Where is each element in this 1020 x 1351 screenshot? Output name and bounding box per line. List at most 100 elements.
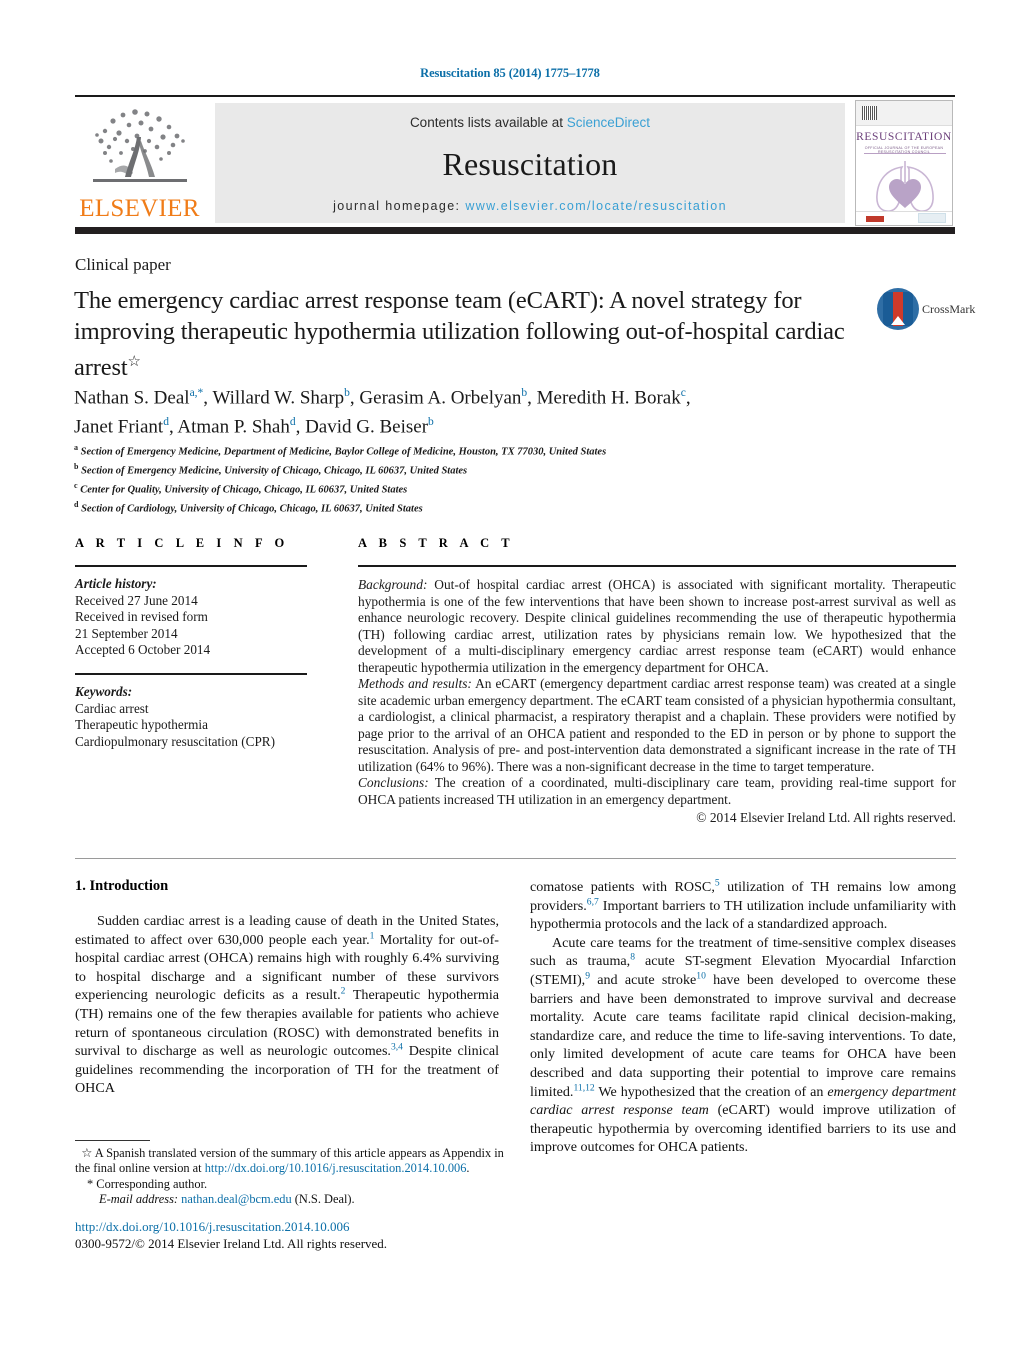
journal-title: Resuscitation — [442, 146, 618, 182]
body-column-right: comatose patients with ROSC,5 utilizatio… — [530, 878, 956, 1157]
journal-cover-thumbnail: RESUSCITATION OFFICIAL JOURNAL OF THE EU… — [855, 100, 953, 226]
article-info-rule — [75, 565, 307, 567]
abstract-rule — [358, 565, 956, 567]
affiliation-mark: d — [74, 500, 79, 509]
footnote-star-marker: ☆ — [81, 1146, 93, 1160]
article-title-text: The emergency cardiac arrest response te… — [74, 287, 845, 382]
author-name: David G. Beiser — [305, 416, 429, 438]
affiliation-item: a Section of Emergency Medicine, Departm… — [74, 441, 774, 460]
author-name: Gerasim A. Orbelyan — [359, 387, 522, 409]
abstract-methods: Methods and results: An eCART (emergency… — [358, 676, 956, 775]
article-history-item: Received 27 June 2014 — [75, 592, 198, 608]
affiliation-mark: a — [74, 443, 78, 452]
abstract-methods-label: Methods and results: — [358, 676, 472, 691]
affiliation-list: a Section of Emergency Medicine, Departm… — [74, 441, 774, 517]
article-history-block: Article history: Received 27 June 2014 R… — [75, 576, 307, 659]
abstract-conclusions-label: Conclusions: — [358, 775, 429, 790]
abstract-background-text: Out-of hospital cardiac arrest (OHCA) is… — [358, 577, 956, 675]
journal-article-page: Resuscitation 85 (2014) 1775–1778 ELSEVI… — [0, 0, 1020, 1351]
author-affiliation-marks[interactable]: a,* — [190, 387, 204, 399]
footnote-doi-link[interactable]: http://dx.doi.org/10.1016/j.resuscitatio… — [205, 1161, 467, 1175]
affiliation-mark: c — [74, 481, 78, 490]
journal-homepage-line: journal homepage: www.elsevier.com/locat… — [215, 199, 845, 213]
author-name: Nathan S. Deal — [74, 387, 190, 409]
citation-ref[interactable]: 11,12 — [573, 1082, 594, 1093]
cover-sciencedirect-logo — [918, 213, 946, 223]
intro-text: and acute stroke — [590, 971, 697, 988]
article-history-label: Article history: — [75, 576, 157, 591]
affiliation-item: c Center for Quality, University of Chic… — [74, 479, 774, 498]
keywords-label: Keywords: — [75, 683, 133, 699]
intro-text: comatose patients with ROSC, — [530, 879, 715, 895]
abstract-background-label: Background: — [358, 577, 428, 592]
affiliation-mark: b — [74, 462, 79, 471]
elsevier-wordmark: ELSEVIER — [79, 195, 200, 222]
masthead-center-panel: Contents lists available at ScienceDirec… — [215, 103, 845, 223]
cover-rule — [864, 153, 946, 154]
affiliation-text: Section of Cardiology, University of Chi… — [81, 503, 423, 515]
introduction-paragraph-left: Sudden cardiac arrest is a leading cause… — [75, 912, 499, 1098]
author-affiliation-marks[interactable]: d — [163, 416, 169, 428]
cover-red-mark — [866, 216, 884, 222]
email-suffix: (N.S. Deal). — [291, 1192, 355, 1207]
article-history-item: Received in revised form — [75, 609, 208, 625]
author-affiliation-marks[interactable]: b — [344, 387, 350, 399]
body-column-left: 1. Introduction Sudden cardiac arrest is… — [75, 878, 499, 1098]
email-link[interactable]: nathan.deal@bcm.edu — [181, 1192, 292, 1206]
keyword-item: Cardiac arrest — [75, 700, 149, 716]
body-separator-rule — [75, 858, 956, 859]
intro-text: have been developed to overcome these ba… — [530, 971, 956, 1100]
article-doi-link[interactable]: http://dx.doi.org/10.1016/j.resuscitatio… — [75, 1218, 505, 1235]
email-label: E-mail address: — [99, 1192, 179, 1207]
affiliation-text: Section of Emergency Medicine, Departmen… — [80, 446, 607, 458]
article-title: The emergency cardiac arrest response te… — [74, 285, 864, 383]
crossmark-badge-group[interactable]: CrossMark — [877, 288, 975, 333]
elsevier-logo: ELSEVIER — [77, 103, 202, 223]
abstract-body: Background: Out-of hospital cardiac arre… — [358, 577, 956, 827]
crossmark-icon — [877, 288, 919, 330]
contents-lists-line: Contents lists available at ScienceDirec… — [215, 115, 845, 130]
author-name: Willard W. Sharp — [212, 387, 345, 409]
cover-footbar — [856, 211, 952, 225]
cover-journal-title: RESUSCITATION — [856, 131, 952, 143]
article-info-column: A R T I C L E I N F O Article history: R… — [75, 536, 307, 750]
lungs-heart-icon — [876, 161, 934, 212]
journal-masthead: ELSEVIER Contents lists available at Sci… — [75, 95, 955, 234]
author-affiliation-marks[interactable]: b — [521, 387, 527, 399]
footnote-block: ☆ A Spanish translated version of the su… — [75, 1146, 505, 1208]
doi-block: http://dx.doi.org/10.1016/j.resuscitatio… — [75, 1218, 505, 1252]
issn-copyright-line: 0300-9572/© 2014 Elsevier Ireland Ltd. A… — [75, 1236, 388, 1251]
corresponding-text: Corresponding author. — [93, 1176, 208, 1191]
affiliation-item: b Section of Emergency Medicine, Univers… — [74, 460, 774, 479]
author-name: Janet Friant — [74, 416, 164, 438]
title-footnote-marker[interactable]: ☆ — [128, 354, 141, 370]
sciencedirect-link[interactable]: ScienceDirect — [567, 115, 650, 130]
article-section-label: Clinical paper — [75, 255, 171, 274]
journal-homepage-link[interactable]: www.elsevier.com/locate/resuscitation — [465, 199, 727, 213]
citation-ref[interactable]: 3,4 — [391, 1041, 403, 1052]
crossmark-label: CrossMark — [922, 302, 976, 316]
footnote-email-line: E-mail address: nathan.deal@bcm.edu (N.S… — [99, 1192, 505, 1207]
cover-topbar — [856, 101, 952, 126]
elsevier-tree-icon — [93, 109, 187, 182]
affiliation-text: Center for Quality, University of Chicag… — [80, 484, 408, 496]
masthead-rule-bottom — [75, 227, 955, 234]
contents-prefix: Contents lists available at — [409, 115, 567, 130]
article-info-heading: A R T I C L E I N F O — [75, 536, 289, 550]
masthead-rule-top — [75, 95, 955, 97]
citation-ref[interactable]: 10 — [696, 970, 706, 981]
abstract-column: A B S T R A C T Background: Out-of hospi… — [358, 536, 956, 827]
abstract-heading: A B S T R A C T — [358, 536, 515, 550]
author-affiliation-marks[interactable]: b — [428, 416, 434, 428]
author-affiliation-marks[interactable]: c — [681, 387, 686, 399]
affiliation-item: d Section of Cardiology, University of C… — [74, 498, 774, 517]
affiliation-text: Section of Emergency Medicine, Universit… — [81, 465, 468, 477]
keyword-item: Cardiopulmonary resuscitation (CPR) — [75, 733, 275, 749]
author-affiliation-marks[interactable]: d — [290, 416, 296, 428]
running-head: Resuscitation 85 (2014) 1775–1778 — [420, 66, 600, 80]
abstract-conclusions: Conclusions: The creation of a coordinat… — [358, 775, 956, 808]
footnote-star-suffix: . — [466, 1161, 470, 1176]
introduction-heading: 1. Introduction — [75, 878, 169, 894]
author-name: Atman P. Shah — [177, 416, 290, 438]
citation-ref[interactable]: 6,7 — [587, 896, 599, 907]
